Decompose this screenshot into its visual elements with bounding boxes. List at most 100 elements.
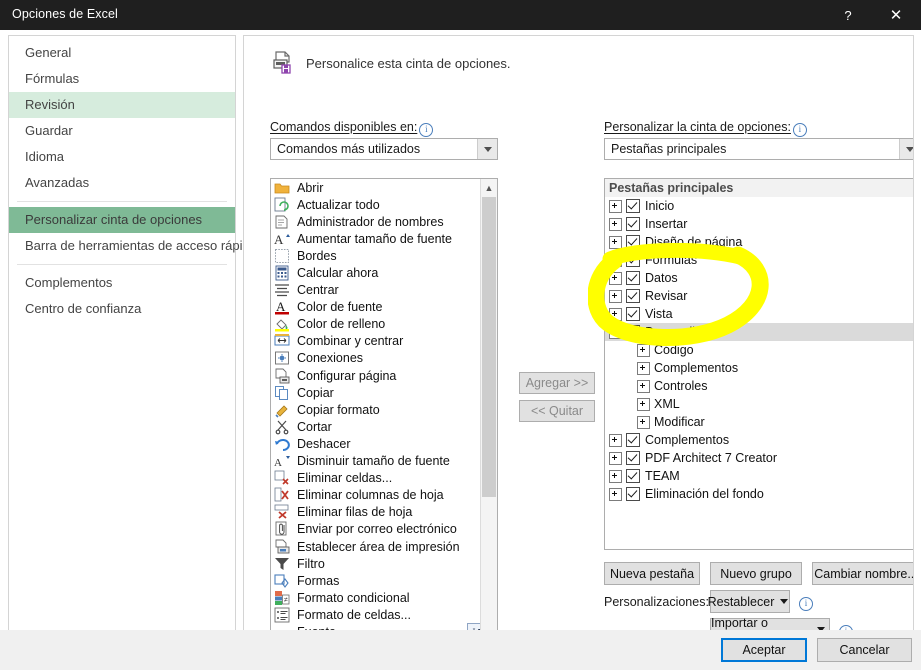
close-button[interactable]: ✕ (875, 0, 917, 30)
sidebar-item-revision[interactable]: Revisión (9, 92, 235, 118)
tree-item-checkbox[interactable] (626, 199, 640, 213)
tree-item-checkbox[interactable] (626, 289, 640, 303)
customize-ribbon-dropdown[interactable]: Pestañas principales (604, 138, 914, 160)
command-list-item[interactable]: AColor de fuente▶ (271, 299, 497, 316)
scroll-up-icon[interactable]: ▲ (481, 179, 497, 196)
tree-item[interactable]: Datos (605, 269, 914, 287)
sidebar-item-guardar[interactable]: Guardar (9, 118, 235, 144)
expand-icon[interactable] (609, 272, 622, 285)
command-list-item[interactable]: Combinar y centrar (271, 333, 497, 350)
scrollbar-thumb[interactable] (482, 197, 496, 497)
tree-item[interactable]: PDF Architect 7 Creator (605, 449, 914, 467)
expand-icon[interactable] (637, 398, 650, 411)
tree-item[interactable]: Código (605, 341, 914, 359)
info-icon[interactable]: i (419, 123, 433, 137)
available-commands-scrollbar[interactable]: ▲ ▼ (480, 179, 497, 638)
tree-item-checkbox[interactable] (626, 217, 640, 231)
tree-item-checkbox[interactable] (626, 235, 640, 249)
sidebar-item-personalizar-cinta[interactable]: Personalizar cinta de opciones (9, 207, 235, 233)
expand-icon[interactable] (609, 434, 622, 447)
sidebar-item-general[interactable]: General (9, 40, 235, 66)
tree-item[interactable]: Inicio (605, 197, 914, 215)
new-group-button[interactable]: Nuevo grupo (710, 562, 802, 585)
command-list-item[interactable]: Eliminar celdas... (271, 470, 497, 487)
tree-item-checkbox[interactable] (626, 451, 640, 465)
sidebar-item-centro-confianza[interactable]: Centro de confianza (9, 296, 235, 322)
info-icon[interactable]: i (799, 597, 813, 611)
rename-button[interactable]: Cambiar nombre... (812, 562, 914, 585)
expand-icon[interactable] (637, 380, 650, 393)
ok-button[interactable]: Aceptar (721, 638, 807, 662)
available-commands-dropdown[interactable]: Comandos más utilizados (270, 138, 498, 160)
command-list-item[interactable]: Configurar página (271, 367, 497, 384)
command-list-item[interactable]: Abrir (271, 179, 497, 196)
command-list-item[interactable]: Cortar (271, 418, 497, 435)
tree-item-checkbox[interactable] (626, 487, 640, 501)
command-list-item[interactable]: Formato de celdas... (271, 606, 497, 623)
command-list-item[interactable]: Copiar (271, 384, 497, 401)
tree-item-checkbox[interactable] (626, 469, 640, 483)
chevron-down-icon[interactable] (477, 139, 497, 159)
remove-button[interactable]: << Quitar (519, 400, 595, 422)
expand-icon[interactable] (637, 416, 650, 429)
add-button[interactable]: Agregar >> (519, 372, 595, 394)
command-list-item[interactable]: Actualizar todo (271, 196, 497, 213)
command-list-item[interactable]: Eliminar columnas de hoja (271, 487, 497, 504)
ribbon-tabs-tree[interactable]: Pestañas principales InicioInsertarDiseñ… (604, 178, 914, 550)
command-list-item[interactable]: Calcular ahora (271, 264, 497, 281)
expand-icon[interactable] (609, 254, 622, 267)
expand-icon[interactable] (609, 218, 622, 231)
command-list-item[interactable]: Formas▶ (271, 572, 497, 589)
tree-item[interactable]: TEAM (605, 467, 914, 485)
tree-item[interactable]: Fórmulas (605, 251, 914, 269)
expand-icon[interactable] (637, 362, 650, 375)
tree-item-checkbox[interactable] (626, 433, 640, 447)
command-list-item[interactable]: ≠Formato condicional▶ (271, 589, 497, 606)
tree-item[interactable]: Vista (605, 305, 914, 323)
command-list-item[interactable]: Filtro (271, 555, 497, 572)
sidebar-item-avanzadas[interactable]: Avanzadas (9, 170, 235, 196)
tree-item[interactable]: Complementos (605, 359, 914, 377)
available-commands-list[interactable]: AbrirActualizar todoAdministrador de nom… (270, 178, 498, 638)
tree-item[interactable]: Insertar (605, 215, 914, 233)
command-list-item[interactable]: Administrador de nombres (271, 213, 497, 230)
sidebar-item-complementos[interactable]: Complementos (9, 270, 235, 296)
expand-icon[interactable] (609, 200, 622, 213)
expand-icon[interactable] (609, 236, 622, 249)
tree-item-checkbox[interactable] (626, 253, 640, 267)
expand-icon[interactable] (609, 308, 622, 321)
reset-button[interactable]: Restablecer (710, 590, 790, 613)
sidebar-item-barra-acceso-rapido[interactable]: Barra de herramientas de acceso rápido (9, 233, 235, 259)
tree-item[interactable]: Modificar (605, 413, 914, 431)
command-list-item[interactable]: Centrar (271, 282, 497, 299)
sidebar-item-idioma[interactable]: Idioma (9, 144, 235, 170)
help-button[interactable]: ? (827, 0, 869, 30)
tree-item-checkbox[interactable] (626, 271, 640, 285)
command-list-item[interactable]: Eliminar filas de hoja (271, 504, 497, 521)
tree-item-checkbox[interactable] (626, 307, 640, 321)
command-list-item[interactable]: Copiar formato (271, 401, 497, 418)
info-icon[interactable]: i (793, 123, 807, 137)
command-list-item[interactable]: Establecer área de impresión (271, 538, 497, 555)
command-list-item[interactable]: AAumentar tamaño de fuente (271, 230, 497, 247)
command-list-item[interactable]: Conexiones (271, 350, 497, 367)
tree-item[interactable]: XML (605, 395, 914, 413)
expand-icon[interactable] (637, 344, 650, 357)
cancel-button[interactable]: Cancelar (817, 638, 912, 662)
chevron-down-icon[interactable] (899, 139, 914, 159)
sidebar-item-formulas[interactable]: Fórmulas (9, 66, 235, 92)
expand-icon[interactable] (609, 488, 622, 501)
new-tab-button[interactable]: Nueva pestaña (604, 562, 700, 585)
expand-icon[interactable] (609, 452, 622, 465)
tree-item[interactable]: Eliminación del fondo (605, 485, 914, 503)
command-list-item[interactable]: ADisminuir tamaño de fuente (271, 453, 497, 470)
command-list-item[interactable]: Color de relleno▶ (271, 316, 497, 333)
command-list-item[interactable]: Enviar por correo electrónico (271, 521, 497, 538)
command-list-item[interactable]: Bordes▶ (271, 247, 497, 264)
tree-item[interactable]: Controles (605, 377, 914, 395)
tree-item[interactable]: Revisar (605, 287, 914, 305)
command-list-item[interactable]: Deshacer▶ (271, 435, 497, 452)
tree-item-checkbox[interactable] (626, 325, 640, 339)
expand-icon[interactable] (609, 470, 622, 483)
expand-icon[interactable] (609, 290, 622, 303)
